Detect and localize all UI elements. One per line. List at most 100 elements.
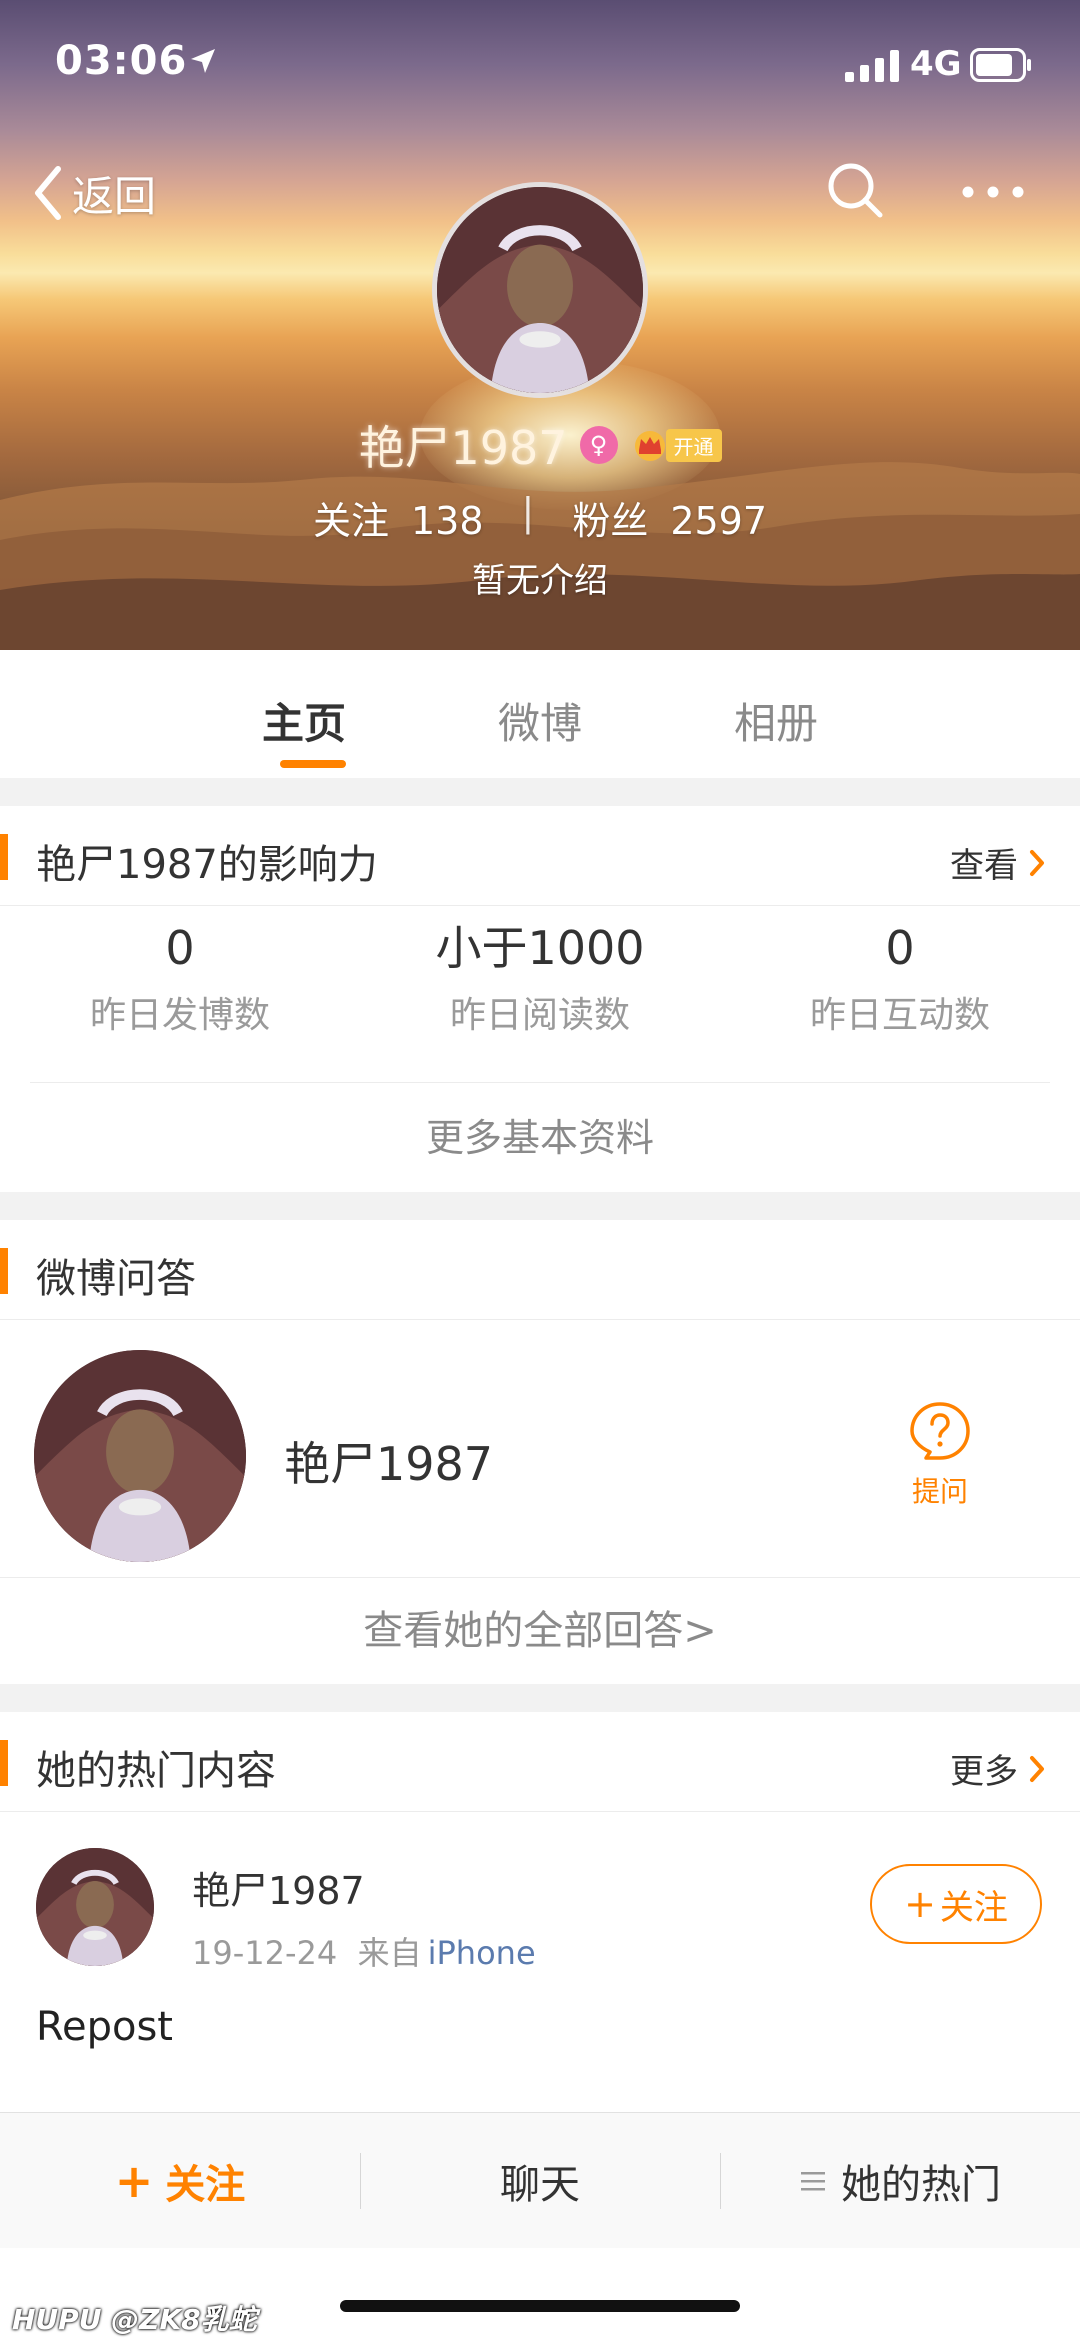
view-all-answers-link[interactable]: 查看她的全部回答> <box>0 1578 1080 1684</box>
stat-label: 昨日阅读数 <box>449 995 630 1036</box>
stat-value: 小于1000 <box>435 921 645 975</box>
profile-intro: 暂无介绍 <box>472 561 608 601</box>
follow-stats: 关注 138 | 粉丝 2597 <box>0 490 1080 545</box>
stat-label: 昨日发博数 <box>89 995 270 1036</box>
chat-button[interactable]: 聊天 <box>360 2152 720 2210</box>
tab-weibo-label: 微博 <box>497 699 582 748</box>
her-hot-label: 她的热门 <box>841 2161 1001 2208</box>
back-label: 返回 <box>72 171 157 221</box>
hot-title: 她的热门内容 <box>36 1748 276 1794</box>
avatar-image <box>36 1848 154 1966</box>
more-options-icon[interactable] <box>958 172 1028 212</box>
female-icon: ♀ <box>579 426 618 464</box>
qa-avatar[interactable] <box>34 1350 246 1562</box>
influence-view-link[interactable]: 查看 <box>950 838 1046 887</box>
crown-icon <box>634 431 665 461</box>
location-arrow-icon <box>191 49 215 73</box>
chevron-right-icon <box>1030 1755 1044 1782</box>
chevron-right-icon <box>1030 849 1044 876</box>
follow-button-label: 关注 <box>165 2161 246 2208</box>
stats-divider: | <box>521 490 535 534</box>
chevron-left-icon <box>35 166 61 220</box>
signal-icon <box>845 50 899 82</box>
post-date: 19-12-24 <box>192 1934 338 1972</box>
plus-icon: + <box>114 2153 154 2208</box>
influence-stat-posts: 0 昨日发博数 <box>0 916 360 1038</box>
avatar-image <box>437 187 643 393</box>
fans-count: 2597 <box>670 499 768 543</box>
menu-lines-icon <box>801 2171 825 2190</box>
post-text: Repost <box>36 2004 173 2050</box>
ask-question-button[interactable]: 提问 <box>900 1400 980 1510</box>
influence-stat-interactions: 0 昨日互动数 <box>720 916 1080 1038</box>
section-divider <box>0 1192 1080 1220</box>
back-button[interactable]: 返回 <box>30 158 156 228</box>
tab-album[interactable]: 相册 <box>658 650 894 778</box>
watermark: HUPU @ZK8乳蛇 <box>12 2303 257 2336</box>
post-meta: 19-12-24 来自 iPhone <box>192 1928 536 1974</box>
post-from-label: 来自 <box>357 1934 422 1972</box>
home-indicator[interactable] <box>340 2300 740 2312</box>
qa-card: 微博问答 艳尸1987 提问 查看她的全部回答> <box>0 1220 1080 1684</box>
battery-icon <box>970 48 1031 82</box>
profile-tabs: 主页 微博 相册 <box>0 650 1080 778</box>
tab-home-label: 主页 <box>261 699 346 748</box>
influence-stats: 0 昨日发博数 小于1000 昨日阅读数 0 昨日互动数 <box>0 916 1080 1038</box>
influence-card-header: 艳尸1987的影响力 查看 <box>0 806 1080 906</box>
hot-more-label: 更多 <box>950 1752 1018 1792</box>
hot-post[interactable]: 艳尸1987 19-12-24 来自 iPhone + 关注 Repost <box>0 1812 1080 2072</box>
qa-name: 艳尸1987 <box>284 1437 494 1491</box>
post-follow-button[interactable]: + 关注 <box>870 1864 1042 1944</box>
profile-name-row: 艳尸1987 ♀ 开通 <box>0 412 1080 478</box>
fans-stat[interactable]: 粉丝 2597 <box>572 490 767 545</box>
influence-stat-reads: 小于1000 昨日阅读数 <box>360 916 720 1038</box>
bottom-action-bar: + 关注 聊天 她的热门 <box>0 2112 1080 2248</box>
influence-card: 艳尸1987的影响力 查看 0 昨日发博数 小于1000 昨日阅读数 0 昨日互… <box>0 806 1080 1192</box>
hot-more-link[interactable]: 更多 <box>950 1744 1046 1793</box>
hot-content-card: 她的热门内容 更多 艳尸1987 19-12-24 来自iPhone + 关注 <box>0 1712 1080 2112</box>
post-author-avatar[interactable] <box>36 1848 154 1966</box>
following-label: 关注 <box>312 499 389 543</box>
stat-label: 昨日互动数 <box>809 995 990 1036</box>
more-basic-info-link[interactable]: 更多基本资料 <box>30 1082 1050 1192</box>
profile-header: 03:06 4G 返回 艳尸1987 ♀ 开通 关注 138 | 粉丝 2597… <box>0 0 1080 650</box>
post-source[interactable]: iPhone <box>428 1934 536 1972</box>
her-hot-button[interactable]: 她的热门 <box>720 2152 1080 2210</box>
fans-label: 粉丝 <box>572 499 649 543</box>
stat-value: 0 <box>885 921 915 975</box>
post-author-name[interactable]: 艳尸1987 <box>192 1860 365 1915</box>
tab-active-indicator <box>280 760 346 768</box>
search-icon[interactable] <box>825 160 885 220</box>
qa-title: 微博问答 <box>36 1256 196 1302</box>
stat-value: 0 <box>165 921 195 975</box>
section-divider <box>0 1684 1080 1712</box>
qa-card-header: 微博问答 <box>0 1220 1080 1320</box>
section-accent-bar <box>0 834 8 880</box>
section-divider <box>0 778 1080 806</box>
qa-profile-row[interactable]: 艳尸1987 提问 <box>0 1320 1080 1578</box>
avatar-image <box>34 1350 246 1562</box>
tab-weibo[interactable]: 微博 <box>422 650 658 778</box>
tab-home[interactable]: 主页 <box>186 650 422 778</box>
section-accent-bar <box>0 1248 8 1294</box>
follow-button[interactable]: + 关注 <box>0 2152 360 2210</box>
ask-question-label: 提问 <box>911 1475 968 1508</box>
following-stat[interactable]: 关注 138 <box>313 490 484 545</box>
profile-avatar[interactable] <box>432 182 648 398</box>
influence-view-label: 查看 <box>950 846 1018 886</box>
question-bubble-icon <box>910 1402 970 1460</box>
following-count: 138 <box>410 499 484 543</box>
status-time: 03:06 <box>55 38 188 84</box>
influence-title: 艳尸1987的影响力 <box>36 842 378 888</box>
tab-album-label: 相册 <box>733 699 818 748</box>
vip-badge[interactable]: 开通 <box>630 428 722 462</box>
profile-name: 艳尸1987 <box>358 421 568 475</box>
post-follow-label: 关注 <box>939 1887 1008 1928</box>
hot-card-header: 她的热门内容 更多 <box>0 1712 1080 1812</box>
chat-button-label: 聊天 <box>500 2161 580 2208</box>
network-type: 4G <box>910 44 962 84</box>
section-accent-bar <box>0 1740 8 1786</box>
status-bar: 03:06 4G <box>0 0 1080 130</box>
vip-open-label: 开通 <box>665 428 722 462</box>
plus-icon: + <box>904 1882 936 1926</box>
